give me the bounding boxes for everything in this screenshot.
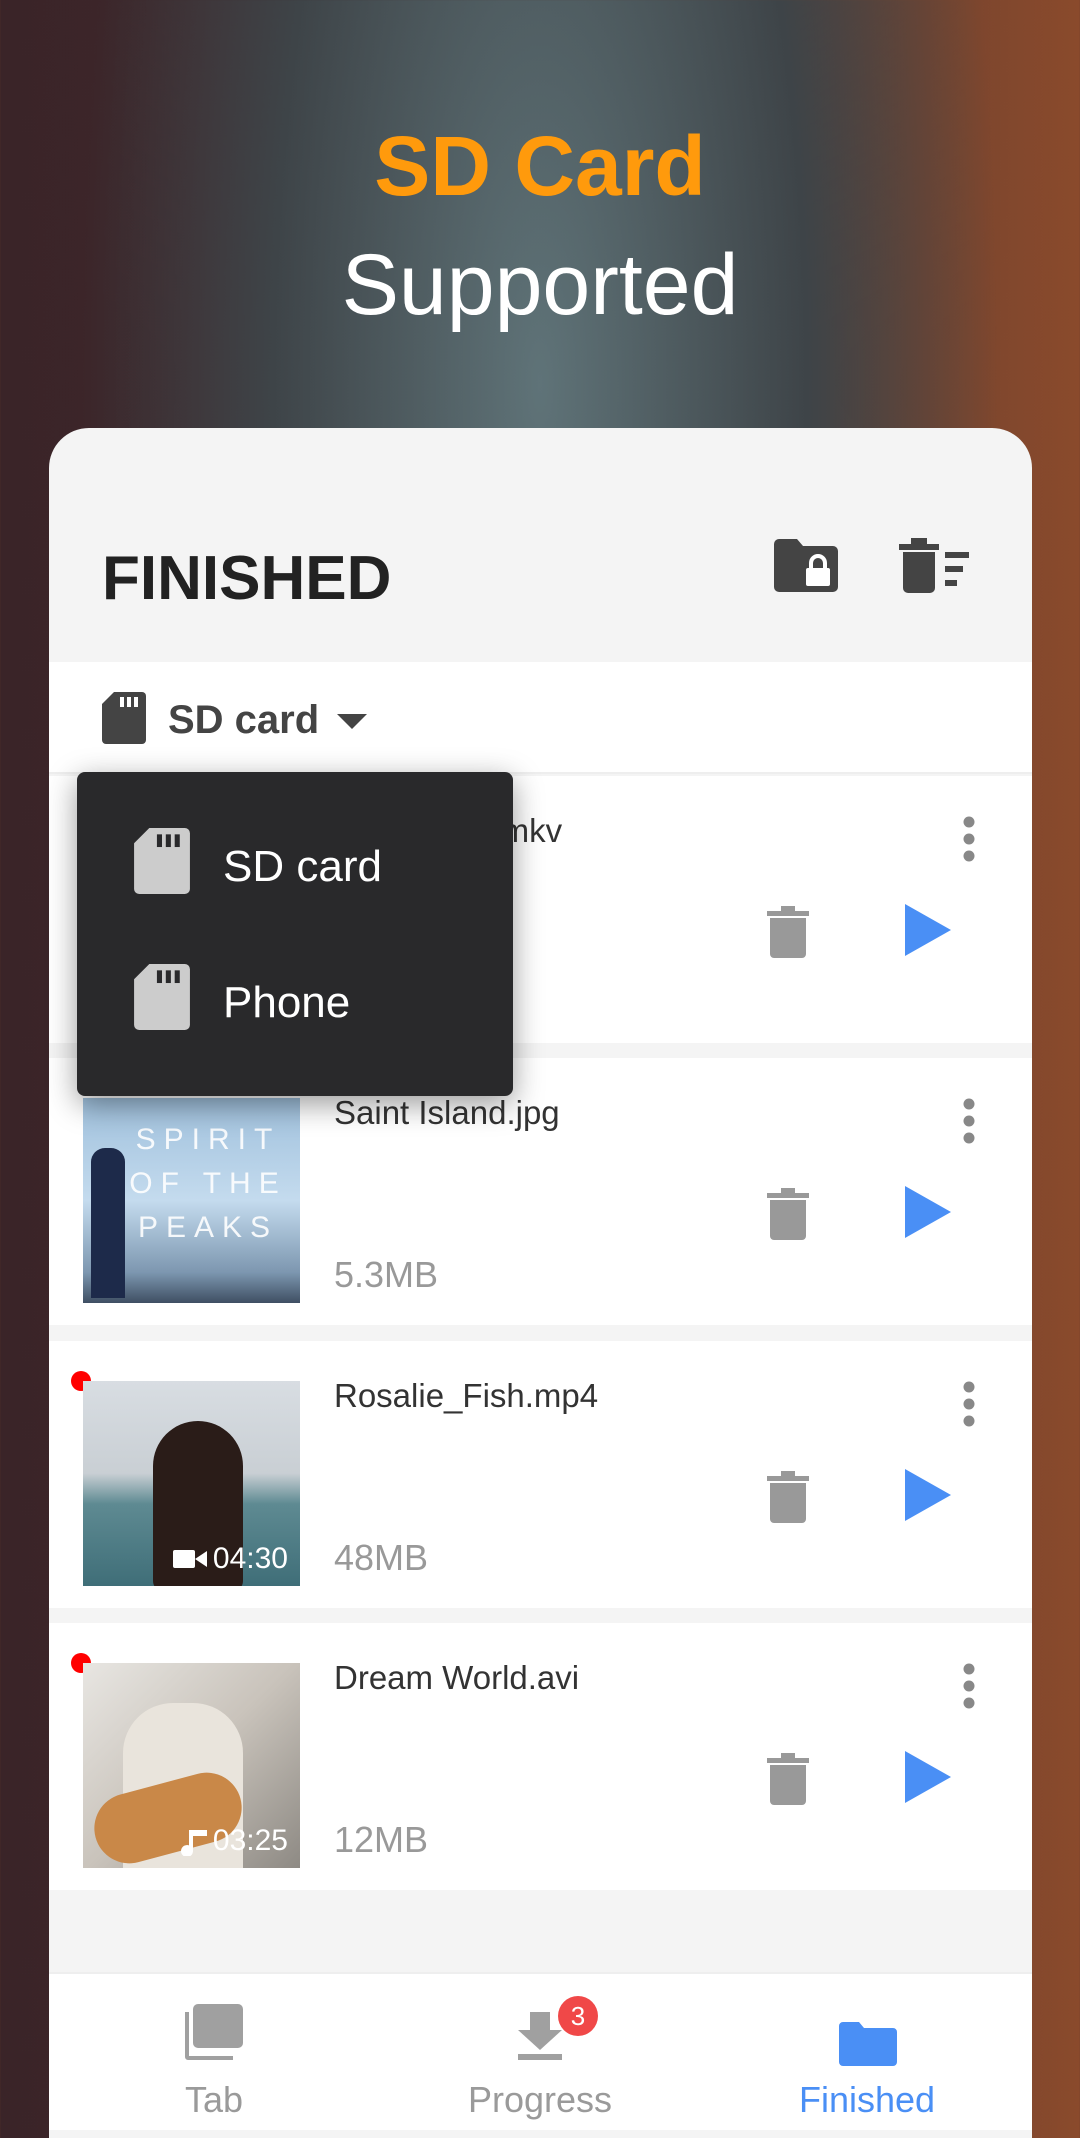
nav-progress[interactable]: 3 Progress	[375, 1974, 705, 2132]
folder-lock-icon[interactable]	[774, 538, 840, 592]
sd-card-icon	[134, 964, 190, 1030]
trash-icon[interactable]	[767, 906, 809, 958]
duration: 03:25	[212, 1824, 288, 1857]
progress-badge: 3	[558, 1996, 598, 2036]
more-vert-icon[interactable]	[962, 1663, 976, 1709]
play-icon[interactable]	[905, 904, 951, 956]
nav-label: Tab	[184, 2079, 244, 2120]
file-name: Saint Island.jpg	[334, 1094, 560, 1131]
storage-selector[interactable]: SD card	[49, 662, 1032, 774]
nav-finished[interactable]: Finished	[702, 1974, 1032, 2132]
duration: 04:30	[212, 1542, 288, 1575]
duration-badge: 03:25	[180, 1824, 288, 1858]
list-item[interactable]: SPIRIT OF THE PEAKS Saint Island.jpg 5.3…	[49, 1058, 1032, 1325]
trash-icon[interactable]	[767, 1188, 809, 1240]
file-name: Dream World.avi	[334, 1659, 580, 1696]
menu-item-label: SD card	[223, 842, 382, 891]
hero-subtitle: Supported	[341, 237, 739, 333]
music-note-icon	[180, 1830, 207, 1856]
thumbnail-text: SPIRIT OF THE PEAKS	[129, 1123, 287, 1244]
play-icon[interactable]	[905, 1469, 951, 1521]
trash-icon[interactable]	[767, 1471, 809, 1523]
more-vert-icon[interactable]	[962, 816, 976, 862]
menu-item-sd-card[interactable]: SD card	[77, 804, 513, 924]
more-vert-icon[interactable]	[962, 1381, 976, 1427]
nav-label: Finished	[798, 2079, 936, 2120]
file-size: 12MB	[334, 1819, 429, 1860]
bottom-nav: Tab 3 Progress Finished	[49, 1972, 1032, 2130]
duration-badge: 04:30	[172, 1542, 288, 1576]
file-size: 48MB	[334, 1537, 429, 1578]
caret-down-icon	[337, 714, 367, 729]
sd-card-icon	[134, 828, 190, 894]
thumbnail: 04:30	[83, 1381, 300, 1586]
menu-item-phone[interactable]: Phone	[77, 940, 513, 1060]
storage-label: SD card	[168, 698, 320, 742]
download-icon	[518, 2012, 562, 2060]
tabs-icon	[185, 2004, 243, 2060]
more-vert-icon[interactable]	[962, 1098, 976, 1144]
hero-title: SD Card	[374, 119, 706, 213]
video-icon	[172, 1550, 207, 1568]
play-icon[interactable]	[905, 1751, 951, 1803]
app-screen: FINISHED SD card Sound of Y.mkv SPIRIT O…	[49, 428, 1032, 2138]
thumbnail: 03:25	[83, 1663, 300, 1868]
nav-tab[interactable]: Tab	[49, 1974, 379, 2132]
page-title: FINISHED	[102, 544, 392, 613]
file-name: Rosalie_Fish.mp4	[334, 1377, 599, 1414]
list-item[interactable]: 03:25 Dream World.avi 12MB	[49, 1623, 1032, 1890]
play-icon[interactable]	[905, 1186, 951, 1238]
storage-dropdown-menu: SD card Phone	[77, 772, 513, 1096]
trash-icon[interactable]	[767, 1753, 809, 1805]
delete-sort-icon[interactable]	[899, 538, 969, 594]
sd-card-icon	[102, 692, 146, 744]
folder-icon	[839, 2022, 897, 2066]
thumbnail: SPIRIT OF THE PEAKS	[83, 1098, 300, 1303]
menu-item-label: Phone	[223, 978, 351, 1027]
list-item[interactable]: 04:30 Rosalie_Fish.mp4 48MB	[49, 1341, 1032, 1608]
file-size: 5.3MB	[334, 1254, 439, 1295]
nav-label: Progress	[467, 2079, 613, 2120]
